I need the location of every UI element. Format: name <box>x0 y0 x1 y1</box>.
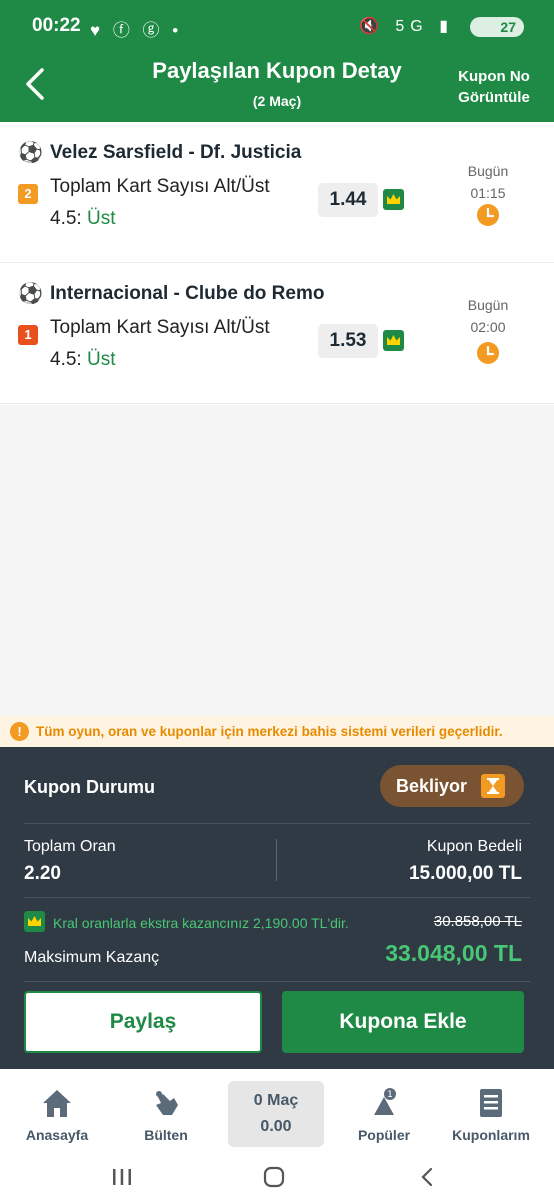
coupon-status-badge: Bekliyor <box>380 765 524 807</box>
match-teams: Internacional - Clube do Remo <box>50 283 325 304</box>
stake-value: 15.000,00 TL <box>408 863 522 884</box>
clock-icon <box>477 342 499 364</box>
system-navigation-bar <box>0 1153 554 1200</box>
bet-slip-match-count: 0 Maç <box>253 1092 299 1109</box>
pick-value: Üst <box>86 349 116 370</box>
match-sequence-badge: 2 <box>18 184 38 204</box>
coupon-status-label: Kupon Durumu <box>24 777 155 797</box>
notice-text: Tüm oyun, oran ve kuponlar için merkezi … <box>36 724 503 739</box>
king-odds-crown-icon <box>383 330 404 351</box>
clock-icon <box>477 204 499 226</box>
total-odds-value: 2.20 <box>24 863 61 884</box>
warning-icon: ! <box>10 722 29 741</box>
bottom-nav: Anasayfa Bülten 0 Maç 0.00 1 Popüler Kup… <box>0 1069 554 1153</box>
status-time: 00:22 <box>32 15 81 36</box>
system-back-icon[interactable] <box>416 1165 440 1189</box>
status-notification-icons: ♥ ⓕ ⓖ • <box>90 21 183 40</box>
match-datetime: Bugün 02:00 <box>452 294 524 338</box>
match-time: 02:00 <box>470 319 506 335</box>
nav-popular-label: Popüler <box>357 1127 411 1143</box>
popular-trophy-icon: 1 <box>374 1088 396 1115</box>
match-pick: 4.5: Üst <box>50 208 115 230</box>
match-odd: 1.53 <box>318 324 378 358</box>
share-button[interactable]: Paylaş <box>24 991 262 1053</box>
match-list: ⚽ Velez Sarsfield - Df. Justicia 2 Topla… <box>0 122 554 405</box>
match-odd: 1.44 <box>318 183 378 217</box>
match-day: Bugün <box>467 297 509 313</box>
view-coupon-no-line1: Kupon No <box>458 68 530 85</box>
bet-slip-total: 0.00 <box>260 1118 292 1135</box>
status-bar: 00:22 ♥ ⓕ ⓖ • 🔇 5G ▮ 27 <box>0 0 554 54</box>
match-teams: Velez Sarsfield - Df. Justicia <box>50 142 302 163</box>
pick-prefix: 4.5: <box>50 349 87 370</box>
nav-my-coupons[interactable]: Kuponlarım <box>443 1085 539 1143</box>
football-icon: ⚽ <box>18 283 43 305</box>
match-datetime: Bugün 01:15 <box>452 160 524 204</box>
nav-bulletin-label: Bülten <box>144 1127 188 1143</box>
max-win-value: 33.048,00 TL <box>385 940 522 966</box>
bulletin-hand-icon <box>156 1091 178 1115</box>
home-circle-icon[interactable] <box>262 1165 286 1189</box>
match-row[interactable]: ⚽ Velez Sarsfield - Df. Justicia 2 Topla… <box>0 122 554 263</box>
match-row[interactable]: ⚽ Internacional - Clube do Remo 1 Toplam… <box>0 263 554 404</box>
match-sequence-badge: 1 <box>18 325 38 345</box>
coupons-list-icon <box>480 1089 502 1117</box>
view-coupon-no-button[interactable]: Kupon No Görüntüle <box>454 66 534 108</box>
nav-bulletin[interactable]: Bülten <box>118 1085 214 1143</box>
battery-icon: 27 <box>470 17 524 37</box>
top-bar: 00:22 ♥ ⓕ ⓖ • 🔇 5G ▮ 27 Paylaşılan Kupon… <box>0 0 554 122</box>
info-notice: ! Tüm oyun, oran ve kuponlar için merkez… <box>0 716 554 747</box>
king-odds-crown-icon <box>24 911 45 932</box>
nav-home[interactable]: Anasayfa <box>9 1085 105 1143</box>
bet-slip-summary[interactable]: 0 Maç 0.00 <box>228 1081 324 1147</box>
match-day: Bugün <box>467 163 509 179</box>
add-to-coupon-button[interactable]: Kupona Ekle <box>282 991 524 1053</box>
page-header: Paylaşılan Kupon Detay (2 Maç) Kupon No … <box>0 54 554 122</box>
coupon-summary-panel: Kupon Durumu Bekliyor Toplam Oran 2.20 K… <box>0 747 554 1069</box>
hourglass-icon <box>481 774 505 798</box>
divider <box>276 839 277 881</box>
divider <box>24 823 530 824</box>
recent-apps-icon[interactable] <box>110 1165 134 1189</box>
match-market: Toplam Kart Sayısı Alt/Üst <box>50 176 270 197</box>
nav-popular[interactable]: 1 Popüler <box>336 1085 432 1143</box>
home-icon <box>43 1090 71 1117</box>
divider <box>24 897 530 898</box>
nav-my-coupons-label: Kuponlarım <box>452 1127 530 1143</box>
view-coupon-no-line2: Görüntüle <box>458 89 530 106</box>
match-pick: 4.5: Üst <box>50 349 115 371</box>
stake-label: Kupon Bedeli <box>426 838 522 855</box>
pick-prefix: 4.5: <box>50 208 87 229</box>
original-max-win: 30.858,00 TL <box>433 913 522 930</box>
nav-home-label: Anasayfa <box>25 1127 89 1143</box>
match-market: Toplam Kart Sayısı Alt/Üst <box>50 317 270 338</box>
total-odds-label: Toplam Oran <box>24 838 116 855</box>
football-icon: ⚽ <box>18 142 43 164</box>
match-time: 01:15 <box>470 185 506 201</box>
coupon-status-value: Bekliyor <box>396 776 468 796</box>
king-odds-crown-icon <box>383 189 404 210</box>
status-system-icons: 🔇 5G ▮ <box>359 18 454 35</box>
divider <box>24 981 530 982</box>
max-win-label: Maksimum Kazanç <box>24 949 160 966</box>
svg-text:1: 1 <box>387 1090 393 1100</box>
king-odds-bonus-text: Kral oranlarla ekstra kazancınız 2,190.0… <box>53 915 349 931</box>
pick-value: Üst <box>86 208 116 229</box>
